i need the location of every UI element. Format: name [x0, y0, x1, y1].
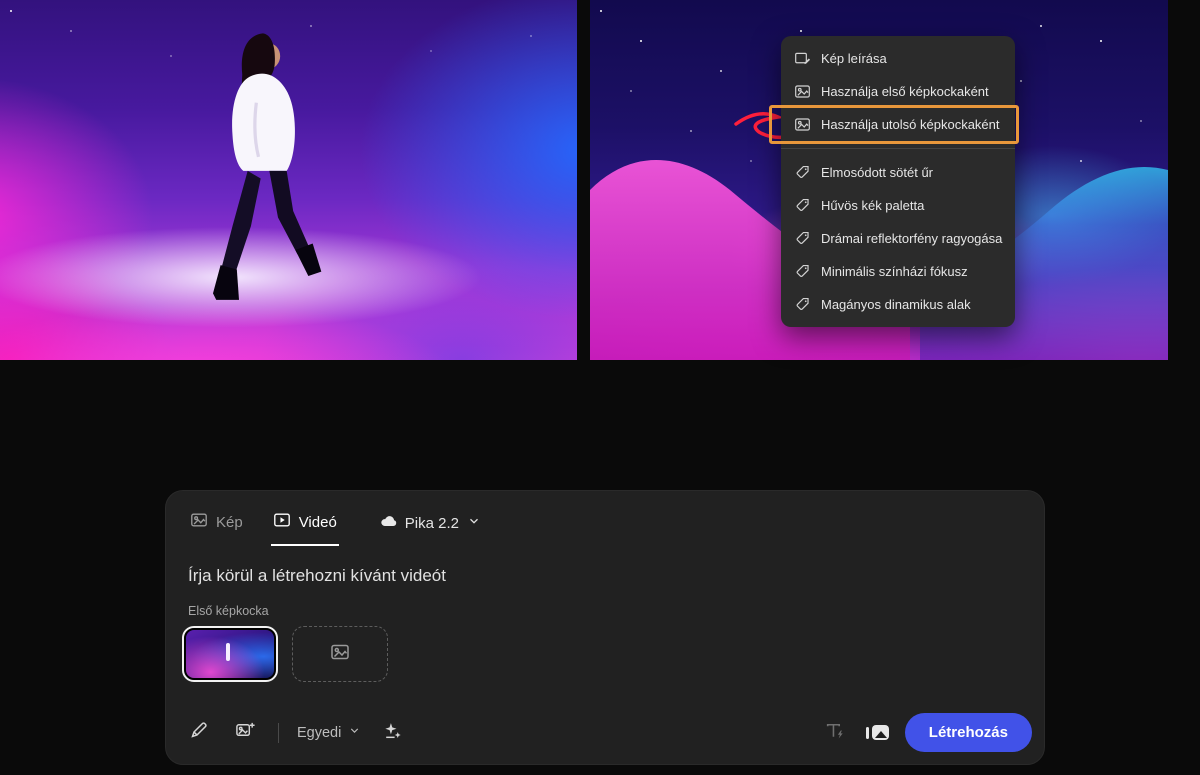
composer-toolbar: Egyedi Létrehozás	[184, 713, 1032, 752]
tag-icon	[794, 164, 811, 181]
frame-thumbnails	[182, 626, 1044, 682]
video-play-icon	[273, 511, 291, 533]
text-generate-button[interactable]	[820, 718, 850, 748]
photo-icon	[190, 511, 208, 533]
effects-button[interactable]	[377, 718, 407, 748]
photo-icon	[330, 642, 350, 667]
menu-item-label: Elmosódott sötét űr	[821, 165, 933, 180]
thumbnail-figure	[226, 643, 231, 662]
image-add-icon	[235, 720, 256, 746]
menu-tag-item-4[interactable]: Minimális színházi fókusz	[781, 255, 1015, 288]
menu-tag-item-5[interactable]: Magányos dinamikus alak	[781, 288, 1015, 321]
menu-divider	[781, 148, 1015, 149]
custom-dropdown[interactable]: Egyedi	[297, 724, 361, 741]
chevron-down-icon	[467, 514, 481, 532]
image-frame-icon	[794, 83, 811, 100]
walking-woman-figure	[213, 33, 322, 300]
describe-image-icon	[794, 50, 811, 67]
menu-item-use-last-frame[interactable]: Használja utolsó képkockaként	[769, 105, 1019, 144]
custom-dropdown-label: Egyedi	[297, 724, 342, 741]
pen-tool-button[interactable]	[184, 718, 214, 748]
menu-item-label: Magányos dinamikus alak	[821, 297, 971, 312]
menu-item-describe-image[interactable]: Kép leírása	[781, 42, 1015, 75]
tab-image[interactable]: Kép	[188, 507, 245, 546]
generate-button[interactable]: Létrehozás	[904, 713, 1032, 752]
tag-icon	[794, 230, 811, 247]
chevron-down-icon	[348, 724, 361, 741]
pen-icon	[189, 720, 209, 745]
image-frame-icon	[794, 116, 811, 133]
prompt-composer-panel: Kép Videó Pika 2.2 Írja körül a létrehoz…	[165, 490, 1045, 765]
cloud-icon	[379, 512, 397, 534]
add-image-button[interactable]	[230, 718, 260, 748]
model-name: Pika 2.2	[404, 514, 459, 532]
result-image-left[interactable]	[0, 0, 577, 360]
image-to-video-icon	[865, 726, 869, 739]
menu-item-label: Használja első képkockaként	[821, 84, 989, 99]
tab-label: Videó	[298, 513, 337, 531]
add-frame-placeholder[interactable]	[292, 626, 388, 682]
composer-tabs: Kép Videó Pika 2.2	[166, 491, 1044, 546]
prompt-input[interactable]: Írja körül a létrehozni kívánt videót	[188, 566, 1022, 586]
menu-item-label: Drámai reflektorfény ragyogása	[821, 231, 1003, 246]
image-to-video-icon	[871, 725, 889, 740]
thumbnail-image	[186, 630, 274, 678]
menu-tag-item-3[interactable]: Drámai reflektorfény ragyogása	[781, 222, 1015, 255]
menu-tag-item-1[interactable]: Elmosódott sötét űr	[781, 156, 1015, 189]
model-selector[interactable]: Pika 2.2	[377, 507, 483, 546]
tab-video[interactable]: Videó	[270, 507, 339, 546]
menu-item-label: Kép leírása	[821, 51, 887, 66]
menu-item-label: Használja utolsó képkockaként	[821, 117, 1000, 132]
effects-icon	[382, 720, 403, 746]
first-frame-label: Első képkocka	[188, 604, 269, 618]
tag-icon	[794, 197, 811, 214]
tag-icon	[794, 263, 811, 280]
first-frame-thumbnail[interactable]	[182, 626, 278, 682]
menu-tag-item-2[interactable]: Hűvös kék paletta	[781, 189, 1015, 222]
menu-item-use-first-frame[interactable]: Használja első képkockaként	[781, 75, 1015, 108]
menu-item-label: Minimális színházi fókusz	[821, 264, 968, 279]
text-generate-icon	[824, 720, 845, 746]
tag-icon	[794, 296, 811, 313]
toolbar-divider	[278, 722, 279, 743]
tab-label: Kép	[216, 513, 243, 531]
image-context-menu: Kép leírása Használja első képkockaként …	[769, 36, 1019, 327]
image-to-video-button[interactable]	[865, 725, 889, 740]
menu-item-label: Hűvös kék paletta	[821, 198, 925, 213]
stars-decoration	[10, 10, 12, 12]
